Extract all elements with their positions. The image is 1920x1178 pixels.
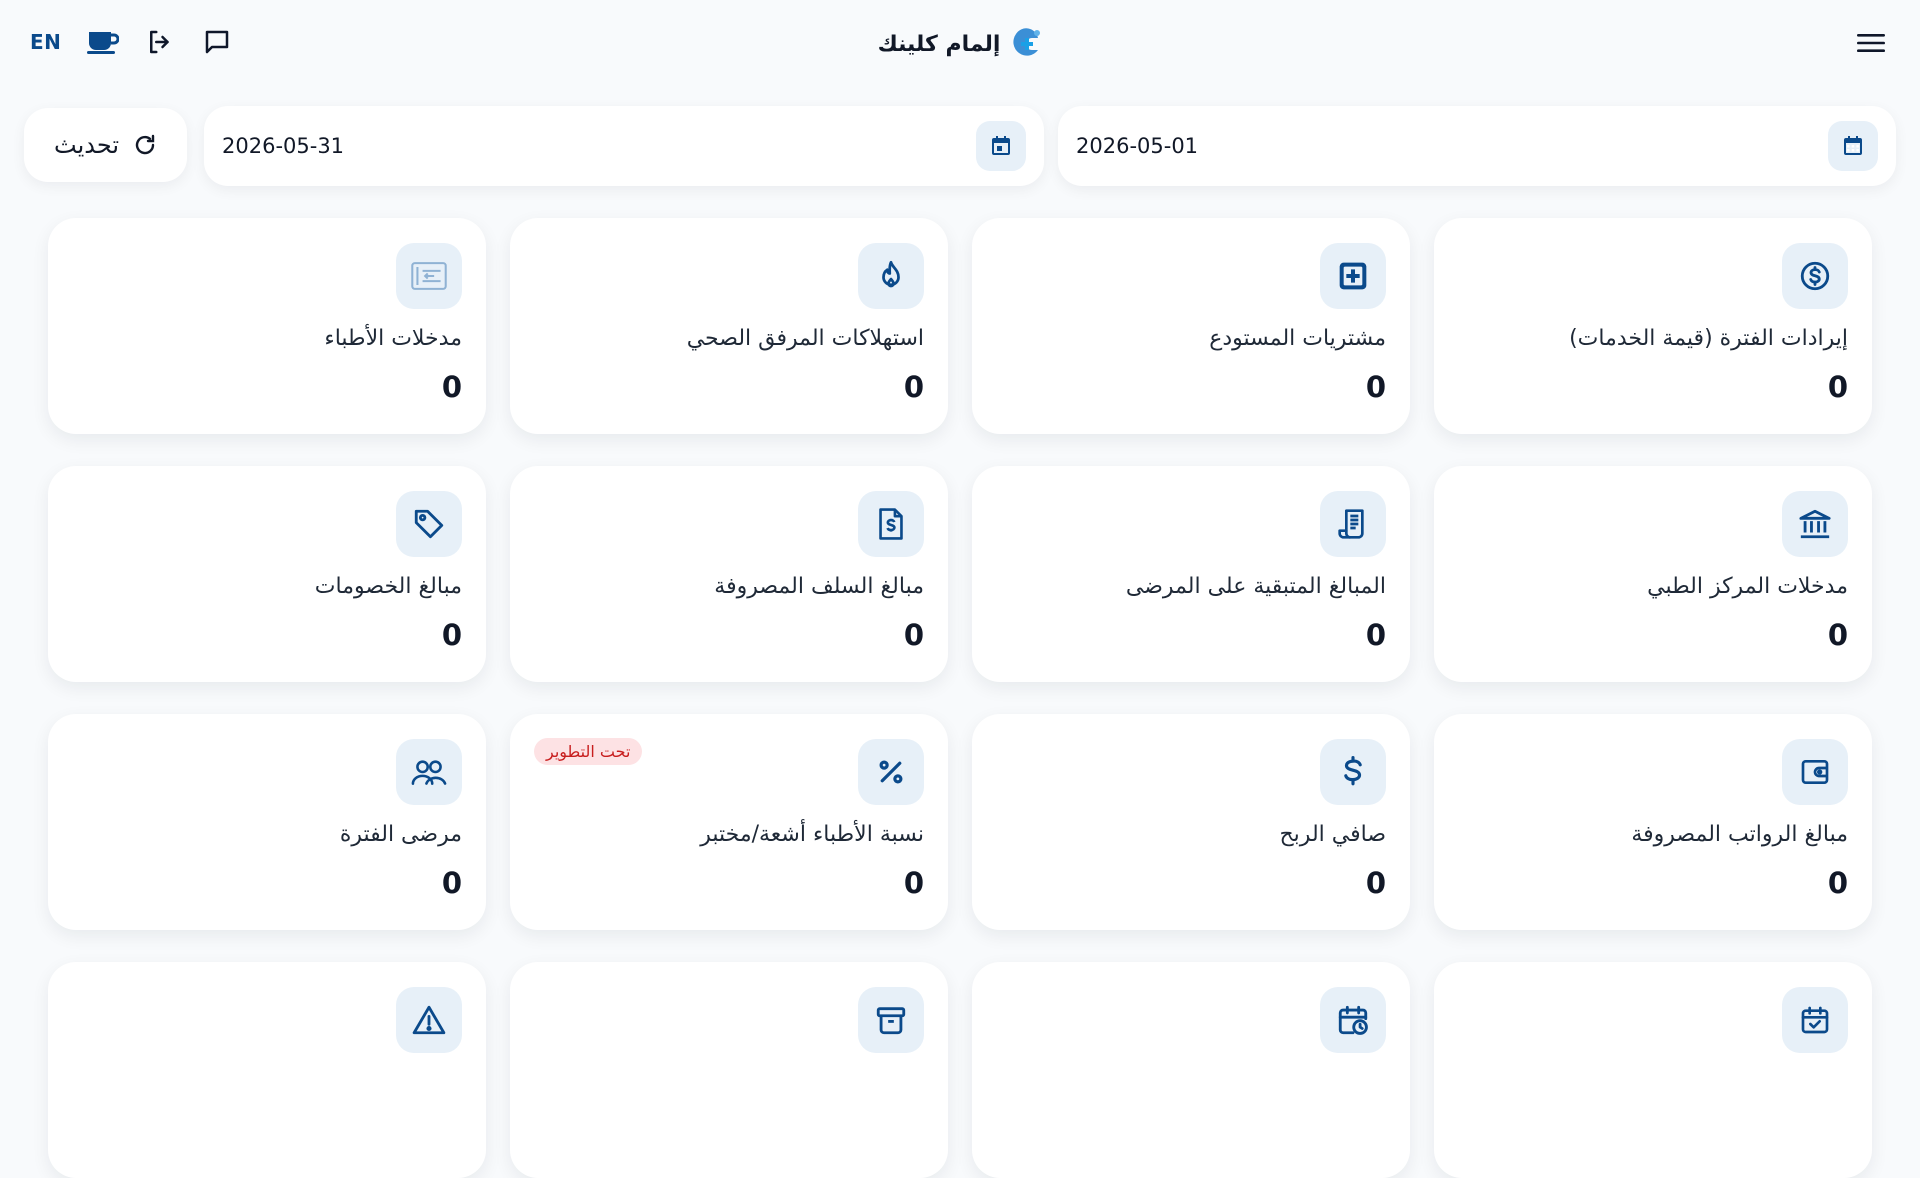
dollar-icon — [1320, 739, 1386, 805]
plus-square-icon — [1320, 243, 1386, 309]
refresh-label: تحديث — [54, 131, 120, 159]
stat-card-value: 0 — [903, 370, 924, 404]
stat-card-title: مبالغ السلف المصروفة — [714, 574, 924, 599]
stat-card[interactable]: مبالغ السلف المصروفة 0 — [510, 466, 948, 682]
stat-card-value: 0 — [1365, 618, 1386, 652]
logout-icon[interactable] — [145, 27, 175, 57]
calendar-check-icon — [1782, 987, 1848, 1053]
coffee-icon[interactable] — [87, 29, 120, 55]
doctor-entry-icon — [396, 243, 462, 309]
stat-card[interactable]: مدخلات المركز الطبي 0 — [1434, 466, 1872, 682]
brand-name: إلمام كلينك — [877, 31, 1001, 57]
refresh-icon — [133, 133, 157, 157]
top-actions: EN — [30, 22, 233, 62]
stat-card-value: 0 — [1827, 370, 1848, 404]
wallet-icon — [1782, 739, 1848, 805]
stat-card[interactable]: المبالغ المتبقية على المرضى 0 — [972, 466, 1410, 682]
percent-icon — [858, 739, 924, 805]
stat-card[interactable]: مبالغ الخصومات 0 — [48, 466, 486, 682]
warning-icon — [396, 987, 462, 1053]
archive-icon — [858, 987, 924, 1053]
stat-card[interactable]: إيرادات الفترة (قيمة الخدمات) 0 — [1434, 218, 1872, 434]
stat-card-title: مبالغ الخصومات — [314, 574, 462, 599]
stat-card-value: 0 — [903, 866, 924, 900]
stat-card-value: 0 — [1365, 370, 1386, 404]
stat-card[interactable]: تحت التطوير نسبة الأطباء أشعة/مختبر 0 — [510, 714, 948, 930]
stat-card-title: المبالغ المتبقية على المرضى — [1125, 574, 1386, 599]
end-date-field[interactable]: 2026-05-31 — [204, 106, 1044, 186]
stat-card-value: 0 — [1827, 618, 1848, 652]
hamburger-menu-icon — [1857, 32, 1885, 54]
stat-card[interactable]: مشتريات المستودع 0 — [972, 218, 1410, 434]
stat-card-title: مشتريات المستودع — [1209, 326, 1386, 351]
end-date-value[interactable]: 2026-05-31 — [222, 106, 344, 186]
brand-logo-icon — [1012, 28, 1042, 60]
under-development-badge: تحت التطوير — [534, 738, 643, 765]
start-date-field[interactable]: 2026-05-01 — [1058, 106, 1896, 186]
menu-button[interactable] — [1854, 26, 1888, 60]
stat-card-title: صافي الربح — [1279, 822, 1386, 847]
date-filter-bar: تحديث 2026-05-31 2026-05-01 — [24, 106, 1896, 186]
stat-card[interactable]: استهلاكات المرفق الصحي 0 — [510, 218, 948, 434]
dollar-circle-icon — [1782, 243, 1848, 309]
chat-icon[interactable] — [201, 27, 233, 57]
invoice-dollar-icon — [858, 491, 924, 557]
stat-card-value: 0 — [903, 618, 924, 652]
stat-card-title: مرضى الفترة — [339, 822, 462, 847]
brand: إلمام كلينك — [870, 22, 1050, 66]
top-bar: EN إلمام كلينك — [0, 0, 1920, 86]
stat-card[interactable]: مدخلات الأطباء 0 — [48, 218, 486, 434]
stat-card[interactable]: صافي الربح 0 — [972, 714, 1410, 930]
stat-card-value: 0 — [441, 370, 462, 404]
refresh-button[interactable]: تحديث — [24, 108, 187, 182]
stat-card-title: إيرادات الفترة (قيمة الخدمات) — [1569, 326, 1848, 351]
stat-card-value: 0 — [1365, 866, 1386, 900]
stat-card-title: مدخلات المركز الطبي — [1647, 574, 1848, 599]
end-date-calendar-icon[interactable] — [976, 121, 1026, 171]
stat-card-title: نسبة الأطباء أشعة/مختبر — [700, 822, 924, 847]
fire-icon — [858, 243, 924, 309]
stat-card[interactable] — [1434, 962, 1872, 1178]
stat-card[interactable]: مبالغ الرواتب المصروفة 0 — [1434, 714, 1872, 930]
start-date-value[interactable]: 2026-05-01 — [1076, 106, 1198, 186]
stat-card[interactable] — [510, 962, 948, 1178]
stat-card[interactable] — [48, 962, 486, 1178]
calendar-clock-icon — [1320, 987, 1386, 1053]
stat-card-value: 0 — [441, 618, 462, 652]
stat-card-value: 0 — [1827, 866, 1848, 900]
language-toggle[interactable]: EN — [30, 30, 61, 54]
bank-icon — [1782, 491, 1848, 557]
receipt-icon — [1320, 491, 1386, 557]
stat-card-value: 0 — [441, 866, 462, 900]
tag-icon — [396, 491, 462, 557]
start-date-calendar-icon[interactable] — [1828, 121, 1878, 171]
stats-grid: إيرادات الفترة (قيمة الخدمات) 0 مشتريات … — [48, 218, 1872, 1178]
stat-card-title: مبالغ الرواتب المصروفة — [1631, 822, 1848, 847]
stat-card[interactable]: مرضى الفترة 0 — [48, 714, 486, 930]
stat-card-title: استهلاكات المرفق الصحي — [686, 326, 924, 351]
stat-card-title: مدخلات الأطباء — [324, 326, 462, 351]
stat-card[interactable] — [972, 962, 1410, 1178]
users-icon — [396, 739, 462, 805]
